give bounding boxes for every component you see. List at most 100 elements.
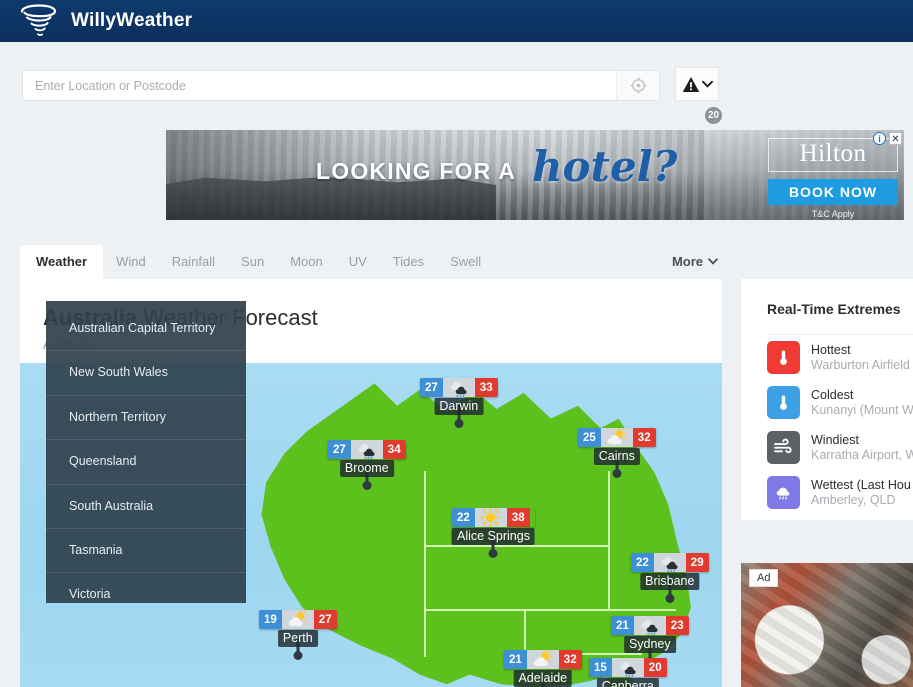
marker-city-label: Canberra <box>596 678 659 687</box>
search-box[interactable] <box>22 70 660 101</box>
brand-link[interactable]: WillyWeather <box>0 0 192 42</box>
real-time-extremes-card: Real-Time Extremes Hottest Warburton Air… <box>741 279 913 520</box>
map-marker-alice-springs[interactable]: 22 38 Alice Springs <box>451 508 535 558</box>
extreme-label: Wettest (Last Hou <box>811 478 911 492</box>
close-icon[interactable]: ✕ <box>889 132 902 145</box>
more-menu-button[interactable]: More <box>668 245 722 279</box>
sun-cloud-icon <box>608 428 628 445</box>
marker-city-label: Adelaide <box>513 670 573 687</box>
marker-weather-icon <box>600 428 633 447</box>
rain-cloud-icon <box>661 556 678 572</box>
sidebar-item-nsw[interactable]: New South Wales <box>46 351 246 396</box>
rain-cloud-icon <box>641 619 658 635</box>
extreme-location: Kunanyi (Mount W <box>811 403 913 417</box>
marker-temp-max: 34 <box>382 440 406 459</box>
marker-temp-max: 29 <box>685 553 709 572</box>
ad-brand-block: Hilton BOOK NOW T&C Apply <box>768 138 898 219</box>
warnings-count-badge: 20 <box>703 105 724 126</box>
marker-city-label: Broome <box>339 460 394 477</box>
tab-uv[interactable]: UV <box>336 245 380 279</box>
marker-temp-max: 32 <box>632 428 656 447</box>
map-marker-perth[interactable]: 19 27 Perth <box>259 610 337 660</box>
marker-temp-min: 25 <box>578 428 601 447</box>
rain-cloud-icon <box>619 661 636 677</box>
ad-banner-hilton[interactable]: LOOKING FOR A hotel? Hilton BOOK NOW T&C… <box>166 130 904 220</box>
geolocate-button[interactable] <box>617 71 659 100</box>
marker-temp-min: 21 <box>504 650 527 669</box>
state-border-nt-sa <box>424 545 610 547</box>
site-header: WillyWeather <box>0 0 913 42</box>
tab-wind[interactable]: Wind <box>103 245 159 279</box>
tab-moon[interactable]: Moon <box>277 245 336 279</box>
extreme-icon <box>767 431 800 464</box>
marker-city-label: Darwin <box>434 398 484 415</box>
search-row: 20 <box>0 42 913 126</box>
side-ad[interactable]: Ad <box>741 563 913 687</box>
wind-icon <box>774 438 792 454</box>
marker-weather-icon <box>653 553 686 572</box>
forecast-tab-bar: Weather Wind Rainfall Sun Moon UV Tides … <box>20 243 722 279</box>
state-border-nt-qld <box>608 471 610 547</box>
extreme-text: Wettest (Last Hou Amberley, QLD <box>811 478 911 507</box>
extremes-rows: Hottest Warburton Airfield Coldest Kunan… <box>741 335 913 515</box>
extreme-icon <box>767 341 800 374</box>
search-input[interactable] <box>23 71 616 100</box>
extremes-title: Real-Time Extremes <box>767 301 901 317</box>
rain-cloud-icon <box>450 381 467 397</box>
map-marker-canberra[interactable]: 15 20 Canberra <box>589 658 667 687</box>
marker-weather-icon <box>281 610 314 629</box>
marker-city-label: Perth <box>277 630 318 647</box>
marker-temp-min: 22 <box>452 508 475 527</box>
tab-tides[interactable]: Tides <box>380 245 437 279</box>
marker-temp-min: 19 <box>259 610 282 629</box>
more-label: More <box>671 254 703 269</box>
marker-temp-max: 38 <box>506 508 530 527</box>
extreme-row-coldest[interactable]: Coldest Kunanyi (Mount W <box>741 380 913 425</box>
marker-chip: 19 27 <box>259 610 337 629</box>
sidebar-item-vic[interactable]: Victoria <box>46 573 246 618</box>
map-marker-darwin[interactable]: 27 33 Darwin <box>420 378 498 428</box>
map-marker-adelaide[interactable]: 21 32 Adelaide <box>504 650 582 687</box>
ad-terms-text: T&C Apply <box>811 209 855 219</box>
marker-temp-max: 27 <box>313 610 337 629</box>
sidebar-item-sa[interactable]: South Australia <box>46 485 246 529</box>
extreme-row-hottest[interactable]: Hottest Warburton Airfield <box>741 335 913 380</box>
tab-rainfall[interactable]: Rainfall <box>159 245 228 279</box>
extreme-icon <box>767 386 800 419</box>
map-marker-broome[interactable]: 27 34 Broome <box>328 440 406 490</box>
warnings-button[interactable] <box>675 67 719 101</box>
map-marker-cairns[interactable]: 25 32 Cairns <box>578 428 656 478</box>
sidebar-item-nt[interactable]: Northern Territory <box>46 396 246 441</box>
ad-cta-button[interactable]: BOOK NOW <box>768 179 898 205</box>
info-icon[interactable]: i <box>873 132 886 145</box>
warning-triangle-icon <box>682 76 699 92</box>
tab-swell[interactable]: Swell <box>437 245 494 279</box>
marker-chip: 27 34 <box>328 440 406 459</box>
marker-chip: 21 23 <box>611 616 689 635</box>
tab-sun[interactable]: Sun <box>228 245 277 279</box>
marker-chip: 27 33 <box>420 378 498 397</box>
rain-cloud-icon <box>776 487 789 500</box>
map-marker-brisbane[interactable]: 22 29 Brisbane <box>631 553 709 603</box>
sidebar-item-tas[interactable]: Tasmania <box>46 529 246 574</box>
extreme-location: Amberley, QLD <box>811 493 896 507</box>
marker-temp-min: 27 <box>420 378 443 397</box>
sidebar-item-act[interactable]: Australian Capital Territory <box>46 301 246 352</box>
ad-label: Ad <box>749 569 779 587</box>
map-marker-sydney[interactable]: 21 23 Sydney <box>611 616 689 666</box>
marker-chip: 22 29 <box>631 553 709 572</box>
ad-headline: LOOKING FOR A <box>316 158 517 184</box>
extreme-row-wettest-last-hou[interactable]: Wettest (Last Hou Amberley, QLD <box>741 470 913 515</box>
marker-temp-max: 32 <box>558 650 582 669</box>
tab-weather[interactable]: Weather <box>20 245 104 279</box>
extreme-text: Hottest Warburton Airfield <box>811 343 910 372</box>
sun-icon <box>480 508 501 527</box>
marker-weather-icon <box>611 658 644 677</box>
marker-chip: 22 38 <box>452 508 535 527</box>
marker-temp-max: 23 <box>665 616 689 635</box>
marker-temp-max: 33 <box>474 378 498 397</box>
marker-temp-min: 27 <box>328 440 351 459</box>
extreme-label: Coldest <box>811 388 854 402</box>
extreme-row-windiest[interactable]: Windiest Karratha Airport, W <box>741 425 913 470</box>
sidebar-item-qld[interactable]: Queensland <box>46 440 246 485</box>
